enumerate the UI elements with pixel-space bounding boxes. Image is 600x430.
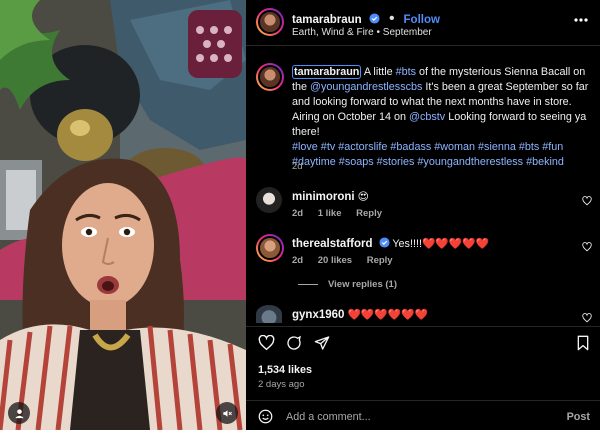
- like-heart-icon[interactable]: [258, 335, 275, 351]
- caption-text-1: A little: [363, 66, 396, 78]
- comment-reply-button[interactable]: Reply: [367, 255, 393, 266]
- share-send-icon[interactable]: [314, 335, 330, 351]
- comment-time[interactable]: 2d: [292, 208, 303, 219]
- view-replies-line: [298, 284, 318, 285]
- view-replies-label: View replies (1): [328, 279, 397, 290]
- comment-reply-button[interactable]: Reply: [356, 208, 382, 219]
- comment-like-heart-icon[interactable]: [582, 196, 592, 206]
- comment-item: minimoroni 😍: [292, 190, 369, 203]
- post-subtitle: Earth, Wind & Fire • September: [292, 27, 432, 38]
- caption-username[interactable]: tamarabraun: [292, 65, 362, 79]
- comment-item: gynx1960 ❤️❤️❤️❤️❤️❤️: [292, 308, 428, 321]
- comment-avatar[interactable]: [256, 187, 282, 213]
- caption-timestamp[interactable]: 2d: [292, 161, 303, 172]
- post-caption: tamarabraun A little #bts of the mysteri…: [292, 65, 592, 170]
- caption-author-avatar[interactable]: [256, 63, 284, 91]
- verified-badge-icon: [369, 13, 380, 24]
- bookmark-icon[interactable]: [576, 335, 590, 351]
- caption-mention-cbstv[interactable]: @cbstv: [409, 111, 445, 123]
- likes-count[interactable]: 1,534 likes: [258, 364, 312, 376]
- post-photo-image: [0, 0, 246, 430]
- caption-hashtag-bts[interactable]: #bts: [396, 66, 416, 78]
- mute-button[interactable]: [216, 402, 238, 424]
- comment-username[interactable]: minimoroni: [292, 191, 355, 203]
- comment-composer: Add a comment... Post: [246, 400, 600, 430]
- author-avatar[interactable]: [256, 8, 284, 36]
- post-header: tamarabraun • Follow Earth, Wind & Fire …: [246, 0, 600, 46]
- comment-body: 😍: [357, 191, 369, 203]
- volume-muted-icon: [222, 409, 232, 417]
- author-username[interactable]: tamarabraun: [292, 14, 362, 26]
- comment-item: therealstafford Yes!!!!❤️❤️❤️❤️❤️: [292, 237, 489, 250]
- comment-body: ❤️❤️❤️❤️❤️❤️: [347, 309, 429, 321]
- comment-meta: 2d 20 likes Reply: [292, 255, 405, 266]
- follow-button[interactable]: Follow: [404, 14, 440, 26]
- tagged-user-button[interactable]: [8, 402, 30, 424]
- subtitle-separator: •: [376, 27, 380, 38]
- comment-avatar[interactable]: [256, 305, 282, 323]
- verified-badge-icon: [378, 237, 390, 248]
- comment-avatar[interactable]: [256, 234, 284, 262]
- view-replies-button[interactable]: View replies (1): [298, 279, 397, 290]
- comment-likes[interactable]: 20 likes: [318, 255, 352, 266]
- emoji-smiley-icon[interactable]: [258, 409, 273, 424]
- post-details-panel: tamarabraun • Follow Earth, Wind & Fire …: [246, 0, 600, 430]
- comment-likes[interactable]: 1 like: [318, 208, 342, 219]
- caption-hashtags[interactable]: #love #tv #actorslife #badass #woman #si…: [292, 141, 564, 168]
- comment-input[interactable]: Add a comment...: [286, 411, 371, 423]
- comment-meta: 2d 1 like Reply: [292, 208, 394, 219]
- comment-username[interactable]: therealstafford: [292, 238, 373, 250]
- comment-username[interactable]: gynx1960: [292, 309, 344, 321]
- user-icon: [14, 408, 24, 418]
- audio-track-link[interactable]: Earth, Wind & Fire: [292, 27, 374, 38]
- header-dot: •: [384, 10, 400, 27]
- comment-body: Yes!!!!❤️❤️❤️❤️❤️: [392, 238, 490, 250]
- post-age: 2 days ago: [258, 379, 305, 390]
- comment-bubble-icon[interactable]: [286, 335, 302, 351]
- post-comment-button[interactable]: Post: [567, 411, 590, 423]
- comment-like-heart-icon[interactable]: [582, 242, 592, 252]
- more-horizontal-icon[interactable]: [574, 18, 588, 22]
- location-link[interactable]: September: [383, 27, 432, 38]
- comment-time[interactable]: 2d: [292, 255, 303, 266]
- post-photo[interactable]: [0, 0, 246, 430]
- caption-mention-youngandrestless[interactable]: @youngandrestlesscbs: [310, 81, 422, 93]
- comment-like-heart-icon[interactable]: [582, 313, 592, 323]
